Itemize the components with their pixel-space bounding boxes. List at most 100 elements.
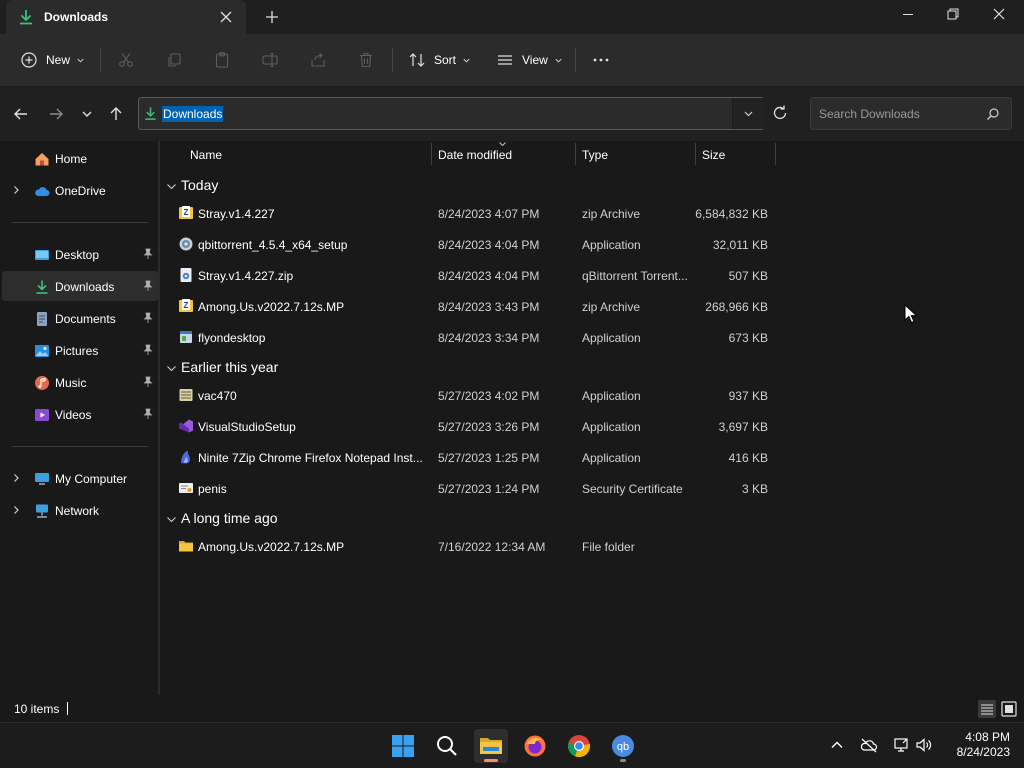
chevron-right-icon[interactable] — [11, 473, 21, 483]
show-hidden-icons-icon[interactable] — [828, 736, 846, 754]
chevron-down-icon — [463, 58, 470, 63]
sidebar-item-desktop[interactable]: Desktop — [2, 239, 158, 269]
close-tab-icon[interactable] — [216, 7, 236, 27]
details-view-icon[interactable] — [977, 699, 997, 719]
file-row[interactable]: Among.Us.v2022.7.12s.MP 7/16/2022 12:34 … — [174, 532, 772, 562]
close-window-icon[interactable] — [976, 0, 1022, 30]
sidebar-item-pictures[interactable]: Pictures — [2, 335, 158, 365]
file-size: 937 KB — [728, 389, 768, 403]
delete-button[interactable] — [357, 47, 375, 73]
new-tab-icon[interactable] — [262, 7, 282, 27]
qbittorrent-icon: qb — [612, 735, 634, 757]
file-list: Name Date modified Type Size Today Z Str… — [160, 141, 1024, 695]
new-label: New — [46, 53, 71, 67]
sidebar-item-home[interactable]: Home — [2, 143, 158, 173]
divider — [100, 48, 101, 72]
file-row[interactable]: qbittorrent_4.5.4_x64_setup 8/24/2023 4:… — [174, 230, 772, 260]
file-row[interactable]: Z Among.Us.v2022.7.12s.MP 8/24/2023 3:43… — [174, 292, 772, 322]
file-row[interactable]: Ninite 7Zip Chrome Firefox Notepad Inst.… — [174, 443, 772, 473]
view-button[interactable]: View — [496, 47, 563, 73]
active-app-indicator — [484, 759, 498, 762]
system-clock[interactable]: 4:08 PM 8/24/2023 — [944, 730, 1010, 760]
back-arrow-icon[interactable] — [11, 104, 31, 124]
new-button[interactable]: New — [20, 47, 85, 73]
file-row[interactable]: Stray.v1.4.227.zip 8/24/2023 4:04 PM qBi… — [174, 261, 772, 291]
pin-icon[interactable] — [142, 344, 154, 356]
pin-icon[interactable] — [142, 408, 154, 420]
refresh-icon[interactable] — [771, 104, 789, 122]
group-header-earlier-this-year[interactable]: Earlier this year — [166, 357, 416, 379]
column-header-date-modified[interactable]: Date modified — [432, 141, 576, 167]
paste-button[interactable] — [213, 47, 231, 73]
column-header-label: Name — [190, 148, 223, 162]
sidebar-item-music[interactable]: Music — [2, 367, 158, 397]
file-row[interactable]: Z Stray.v1.4.227 8/24/2023 4:07 PM zip A… — [174, 199, 772, 229]
sidebar-item-onedrive[interactable]: OneDrive — [2, 175, 158, 205]
address-bar[interactable]: Downloads — [138, 97, 764, 130]
torrent-file-icon — [180, 268, 192, 282]
address-path[interactable]: Downloads — [162, 106, 224, 122]
file-date-modified: 7/16/2022 12:34 AM — [438, 540, 546, 554]
sidebar-item-network[interactable]: Network — [2, 495, 158, 525]
sidebar-item-documents[interactable]: Documents — [2, 303, 158, 333]
file-size: 3,697 KB — [718, 420, 768, 434]
column-resizer[interactable] — [775, 143, 776, 165]
volume-icon[interactable] — [915, 736, 933, 754]
rename-button[interactable] — [261, 47, 279, 73]
search-icon[interactable] — [986, 107, 1000, 121]
share-button[interactable] — [309, 47, 327, 73]
recent-locations-chevron-icon[interactable] — [77, 104, 97, 124]
sort-button[interactable]: Sort — [408, 47, 471, 73]
sidebar-item-videos[interactable]: Videos — [2, 399, 158, 429]
chevron-down-icon — [744, 111, 753, 117]
cut-button[interactable] — [117, 47, 135, 73]
pin-icon[interactable] — [142, 280, 154, 292]
navigation-pane: Home OneDrive Desktop Downloads Document… — [0, 141, 158, 695]
search-input[interactable] — [811, 98, 981, 129]
sidebar-item-label: Network — [55, 504, 100, 518]
taskbar-search-button[interactable] — [430, 729, 464, 763]
file-row[interactable]: penis 5/27/2023 1:24 PM Security Certifi… — [174, 474, 772, 504]
file-row[interactable]: vac470 5/27/2023 4:02 PM Application 937… — [174, 381, 772, 411]
group-header-a-long-time-ago[interactable]: A long time ago — [166, 508, 416, 530]
address-history-button[interactable] — [732, 98, 764, 129]
file-row[interactable]: VisualStudioSetup 5/27/2023 3:26 PM Appl… — [174, 412, 772, 442]
group-header-today[interactable]: Today — [166, 175, 416, 197]
more-icon — [593, 58, 609, 62]
tab-downloads[interactable]: Downloads — [6, 0, 246, 34]
pin-icon[interactable] — [142, 248, 154, 260]
column-header-type[interactable]: Type — [576, 141, 696, 167]
music-icon — [35, 376, 49, 390]
sidebar-item-my-computer[interactable]: My Computer — [2, 463, 158, 493]
minimize-icon[interactable] — [885, 0, 931, 30]
share-icon — [311, 52, 325, 67]
up-arrow-icon[interactable] — [106, 104, 126, 124]
taskbar-file-explorer[interactable] — [474, 729, 508, 763]
column-header-name[interactable]: Name — [174, 141, 432, 167]
more-options-button[interactable] — [592, 47, 610, 73]
sidebar-item-label: Home — [55, 152, 88, 166]
search-box[interactable] — [810, 97, 1012, 130]
taskbar-chrome[interactable] — [562, 729, 596, 763]
copy-button[interactable] — [165, 47, 183, 73]
pin-icon[interactable] — [142, 376, 154, 388]
start-button[interactable] — [386, 729, 420, 763]
large-icons-view-icon[interactable] — [999, 699, 1019, 719]
folder-icon — [179, 541, 193, 552]
forward-arrow-icon[interactable] — [46, 104, 66, 124]
file-row[interactable]: flyondesktop 8/24/2023 3:34 PM Applicati… — [174, 323, 772, 353]
onedrive-offline-icon[interactable] — [860, 736, 878, 754]
column-header-size[interactable]: Size — [696, 141, 776, 167]
pin-icon[interactable] — [142, 312, 154, 324]
chevron-right-icon[interactable] — [11, 185, 21, 195]
sidebar-item-downloads[interactable]: Downloads — [2, 271, 158, 301]
clipboard-icon — [215, 52, 229, 68]
svg-text:qb: qb — [617, 741, 629, 753]
svg-text:Z: Z — [184, 208, 189, 217]
taskbar-firefox[interactable] — [518, 729, 552, 763]
restore-icon[interactable] — [930, 0, 976, 30]
network-status-icon[interactable] — [892, 736, 910, 754]
taskbar-qbittorrent[interactable]: qb — [606, 729, 640, 763]
svg-text:Z: Z — [184, 301, 189, 310]
chevron-right-icon[interactable] — [11, 505, 21, 515]
